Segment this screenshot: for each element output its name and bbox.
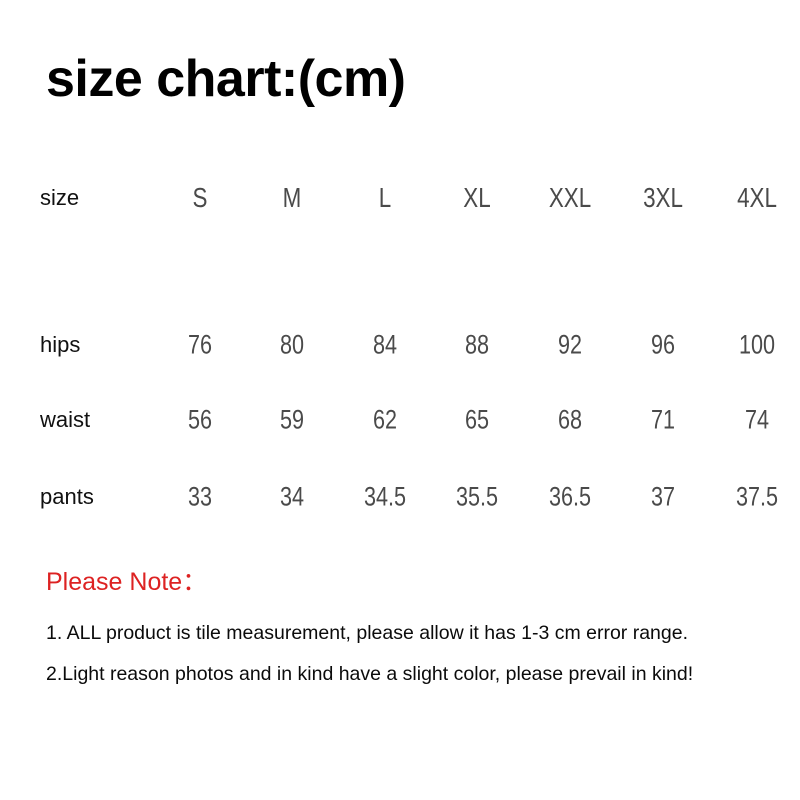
cell-waist-l: 62 [372, 404, 398, 435]
cell-pants-l: 34.5 [363, 481, 407, 512]
cell-hips-m: 80 [279, 329, 305, 360]
column-header-s: S [192, 182, 208, 213]
cell-waist-3xl: 71 [650, 404, 676, 435]
cell-hips-l: 84 [372, 329, 398, 360]
cell-hips-4xl: 100 [738, 329, 776, 360]
notes-section: Please Note： 1. ALL product is tile meas… [46, 565, 786, 695]
note-line-1: 1. ALL product is tile measurement, plea… [46, 622, 689, 644]
cell-waist-m: 59 [279, 404, 305, 435]
cell-pants-3xl: 37 [650, 481, 676, 512]
cell-hips-s: 76 [187, 329, 213, 360]
page-title: size chart:(cm) [46, 50, 406, 108]
cell-waist-s: 56 [187, 404, 213, 435]
column-header-xxl: XXL [548, 182, 592, 213]
cell-waist-xxl: 68 [557, 404, 583, 435]
column-header-4xl: 4XL [737, 182, 777, 213]
cell-pants-xl: 35.5 [455, 481, 499, 512]
cell-pants-xxl: 36.5 [548, 481, 592, 512]
row-label-pants: pants [40, 484, 94, 509]
cell-hips-xl: 88 [464, 329, 490, 360]
column-header-3xl: 3XL [643, 182, 683, 213]
size-chart-page: size chart:(cm) size S M L XL XXL 3XL 4X… [0, 0, 800, 800]
cell-pants-s: 33 [187, 481, 213, 512]
cell-hips-3xl: 96 [650, 329, 676, 360]
row-label-hips: hips [40, 332, 81, 357]
table-corner-label: size [40, 185, 80, 210]
column-header-m: M [282, 182, 302, 213]
row-label-waist: waist [40, 407, 91, 432]
note-line-2: 2.Light reason photos and in kind have a… [46, 663, 694, 685]
cell-waist-4xl: 74 [744, 404, 770, 435]
cell-pants-m: 34 [279, 481, 305, 512]
please-note-heading: Please Note： [46, 568, 208, 596]
column-header-l: L [378, 182, 392, 213]
cell-pants-4xl: 37.5 [735, 481, 779, 512]
cell-waist-xl: 65 [464, 404, 490, 435]
column-header-xl: XL [463, 182, 491, 213]
cell-hips-xxl: 92 [557, 329, 583, 360]
